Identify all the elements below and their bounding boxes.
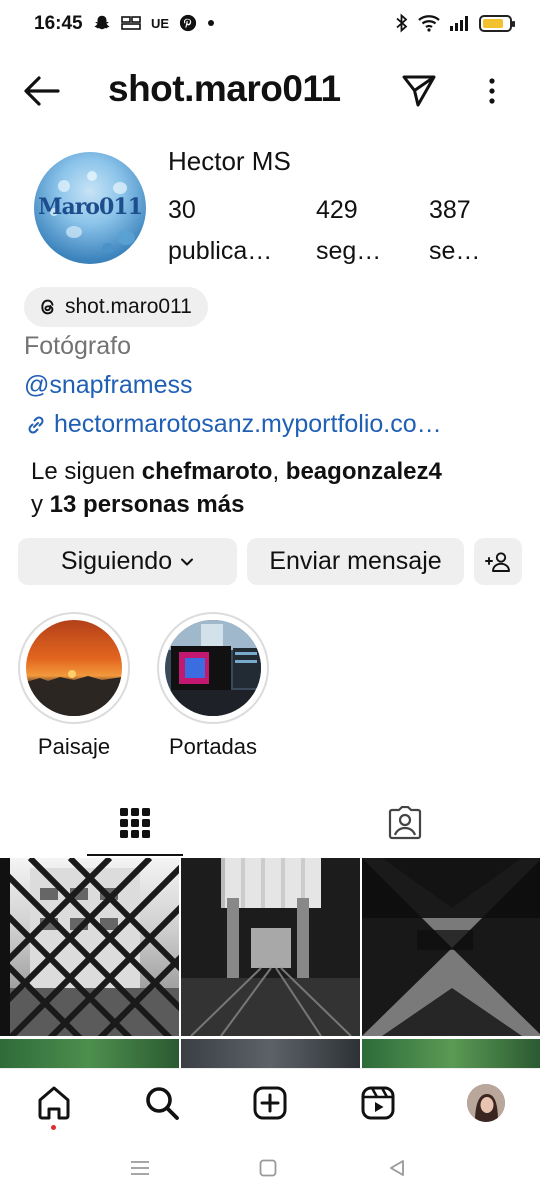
tenki-icon [121,16,141,30]
ue-label: UE [151,15,170,31]
pinterest-icon [179,14,197,32]
post-thumbnail[interactable] [181,1039,360,1069]
highlight-ring [157,612,269,724]
system-navigation-bar [0,1136,540,1200]
nav-create[interactable] [250,1083,290,1123]
highlight-label: Portadas [168,734,258,759]
highlight-paisaje[interactable]: Paisaje [18,612,130,760]
back-button[interactable] [22,74,62,108]
tab-posts-grid[interactable] [0,790,270,856]
snapchat-icon [94,15,110,30]
post-thumbnail[interactable] [0,858,179,1036]
mutual-followers[interactable]: Le siguen chefmaroto, beagonzalez4 y 13 … [31,455,511,521]
status-system-icons [395,13,515,33]
following-label: Siguiendo [60,547,173,575]
link-icon [28,415,44,434]
chevron-down-icon [181,558,194,565]
mutual-user-2: beagonzalez4 [285,458,442,485]
nav-reels[interactable] [358,1083,398,1123]
status-time: 16:45 [34,13,83,34]
grid-icon [120,808,150,838]
back-system-button[interactable] [385,1156,409,1180]
stat-followers[interactable]: 429 seg… [316,196,381,266]
more-options-button[interactable] [480,74,504,108]
post-thumbnail[interactable] [181,858,360,1036]
highlight-label: Paisaje [37,734,111,759]
status-notification-icons: UE [93,14,215,32]
create-icon [253,1086,287,1120]
threads-icon [41,299,54,315]
reels-icon [361,1086,395,1120]
nav-home[interactable] [34,1083,74,1130]
wifi-icon [418,15,440,32]
stat-following[interactable]: 387 se… [429,196,480,266]
profile-avatar-small [467,1084,505,1122]
notification-dot-icon [208,20,215,26]
share-profile-button[interactable] [400,72,440,110]
paper-plane-icon [402,75,436,107]
suggested-users-button[interactable] [474,538,522,585]
stat-posts-label: publica… [168,237,273,265]
stat-posts-value: 30 [168,196,196,224]
more-vertical-icon [489,78,495,104]
threads-handle: shot.maro011 [65,295,192,318]
send-message-button[interactable]: Enviar mensaje [247,538,464,585]
mutual-user-1: chefmaroto [141,458,273,485]
following-button[interactable]: Siguiendo [18,538,237,585]
mutual-separator: , [272,458,286,485]
stat-posts[interactable]: 30 publica… [168,196,272,266]
tagged-icon [388,806,422,840]
home-icon [38,1086,70,1120]
battery-icon [479,14,515,32]
bottom-navigation [0,1068,540,1134]
add-user-icon [485,551,510,572]
highlight-cover-monitor [165,620,261,716]
posts-grid [0,858,540,1070]
nav-profile[interactable] [466,1083,506,1123]
highlight-cover-sunset [26,620,122,716]
mutual-line2-prefix: y [31,491,50,518]
profile-content-tabs [0,790,540,858]
highlight-portadas[interactable]: Portadas [157,612,269,760]
post-thumbnail[interactable] [362,858,540,1036]
threads-badge[interactable]: shot.maro011 [24,287,208,327]
avatar-logo-text: Maro011 [38,194,143,220]
bio-website-link[interactable]: hectormarotosanz.myportfolio.co… [24,410,442,439]
search-icon [146,1087,179,1120]
triangle-back-icon [390,1160,404,1176]
square-icon [259,1159,277,1177]
bio-mention-link[interactable]: @snapframess [24,371,193,400]
profile-top-bar: shot.maro011 [0,60,540,120]
home-button[interactable] [256,1156,280,1180]
page-title-username: shot.maro011 [108,68,341,109]
bio-category: Fotógrafo [24,332,132,360]
bluetooth-icon [396,13,408,33]
bio-website-text: hectormarotosanz.myportfolio.co… [54,410,442,438]
post-thumbnail[interactable] [0,1039,179,1069]
arrow-left-icon [24,76,60,106]
stat-followers-label: seg… [316,237,382,265]
tab-tagged[interactable] [270,790,540,856]
menu-icon [131,1161,149,1175]
display-name: Hector MS [168,146,291,176]
send-message-label: Enviar mensaje [269,547,442,575]
profile-avatar[interactable]: Maro011 [34,152,146,264]
stat-following-value: 387 [429,196,471,224]
nav-search[interactable] [142,1083,182,1123]
stat-following-label: se… [429,237,481,265]
mutual-others-count: 13 personas más [49,491,245,518]
active-tab-indicator [87,854,183,856]
signal-icon [450,16,468,31]
status-bar: 16:45 UE [0,0,540,48]
highlight-ring [18,612,130,724]
post-thumbnail[interactable] [362,1039,540,1069]
stat-followers-value: 429 [316,196,358,224]
notification-dot [51,1125,56,1130]
mutual-prefix: Le siguen [31,458,142,485]
recents-button[interactable] [128,1156,152,1180]
